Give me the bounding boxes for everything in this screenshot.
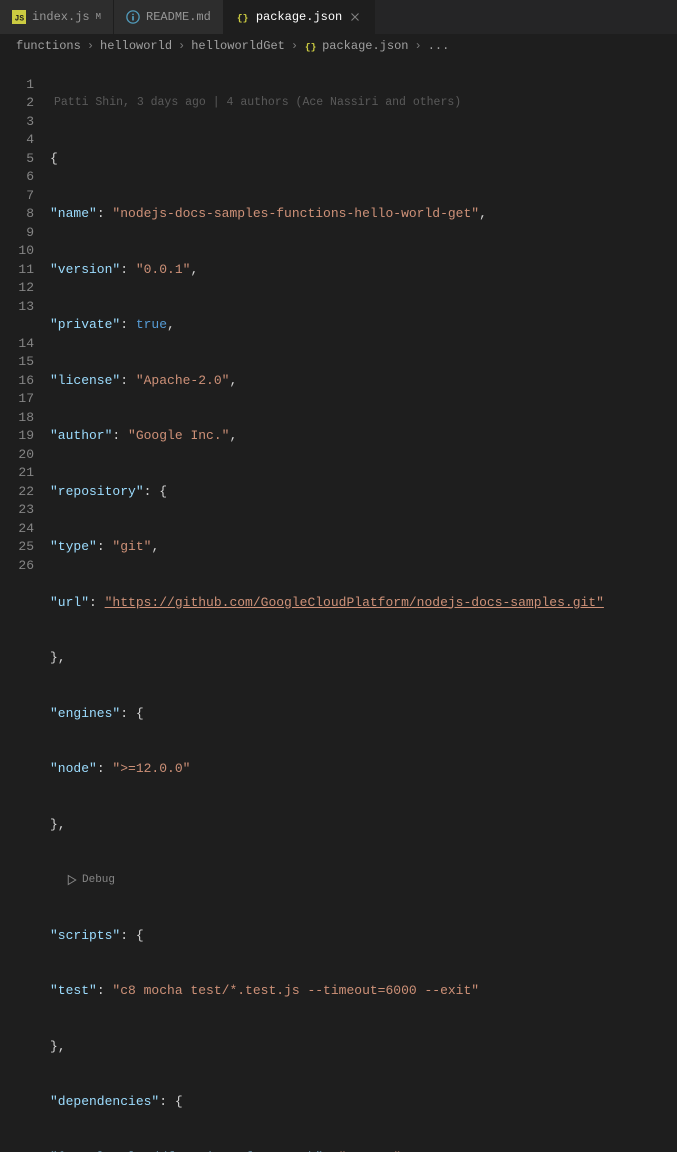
code-content[interactable]: Patti Shin, 3 days ago | 4 authors (Ace …: [50, 57, 677, 1152]
tab-bar: JS index.js M README.md {} package.json: [0, 0, 677, 35]
line-number: 16: [0, 372, 34, 391]
breadcrumb-item[interactable]: functions: [16, 39, 81, 53]
line-number: 3: [0, 113, 34, 132]
line-number: 17: [0, 390, 34, 409]
line-number: 22: [0, 483, 34, 502]
line-number: 21: [0, 464, 34, 483]
line-number: 19: [0, 427, 34, 446]
line-number: 24: [0, 520, 34, 539]
svg-text:{}: {}: [305, 42, 317, 53]
line-number: 2: [0, 94, 34, 113]
line-number: 5: [0, 150, 34, 169]
tab-readme[interactable]: README.md: [114, 0, 224, 34]
js-file-icon: JS: [12, 10, 26, 24]
chevron-right-icon: ›: [87, 39, 94, 53]
line-number-gutter: 1 2 3 4 5 6 7 8 9 10 11 12 13 14 15 16 1…: [0, 57, 50, 1152]
line-number: 12: [0, 279, 34, 298]
close-icon[interactable]: [348, 10, 362, 24]
breadcrumb-item[interactable]: helloworld: [100, 39, 172, 53]
json-file-icon: {}: [236, 10, 250, 24]
debug-codelens[interactable]: Debug: [50, 871, 677, 890]
chevron-right-icon: ›: [291, 39, 298, 53]
line-number: 20: [0, 446, 34, 465]
breadcrumb-item[interactable]: helloworldGet: [191, 39, 285, 53]
line-number: 11: [0, 261, 34, 280]
line-number: 15: [0, 353, 34, 372]
line-number: 10: [0, 242, 34, 261]
code-editor[interactable]: 1 2 3 4 5 6 7 8 9 10 11 12 13 14 15 16 1…: [0, 57, 677, 1152]
line-number: 6: [0, 168, 34, 187]
tab-label: index.js: [32, 10, 90, 24]
gitlens-annotation[interactable]: Patti Shin, 3 days ago | 4 authors (Ace …: [50, 94, 677, 113]
repo-url-link[interactable]: "https://github.com/GoogleCloudPlatform/…: [105, 594, 604, 613]
gitlens-spacer: [0, 57, 34, 76]
line-number: 26: [0, 557, 34, 576]
line-number: 9: [0, 224, 34, 243]
debug-label: Debug: [82, 871, 115, 890]
info-file-icon: [126, 10, 140, 24]
line-number: 8: [0, 205, 34, 224]
tab-index-js[interactable]: JS index.js M: [0, 0, 114, 34]
svg-text:{}: {}: [237, 13, 249, 24]
line-number: 14: [0, 335, 34, 354]
line-number: 23: [0, 501, 34, 520]
line-number: 25: [0, 538, 34, 557]
line-number: 7: [0, 187, 34, 206]
debug-play-icon: [66, 874, 78, 886]
line-number: 1: [0, 76, 34, 95]
modified-indicator: M: [96, 12, 101, 22]
line-number: 18: [0, 409, 34, 428]
svg-text:JS: JS: [15, 15, 25, 24]
breadcrumb-file[interactable]: package.json: [322, 39, 408, 53]
json-file-icon: {}: [304, 39, 318, 53]
line-number: 4: [0, 131, 34, 150]
debug-spacer: [0, 316, 34, 335]
tab-label: README.md: [146, 10, 211, 24]
tab-package-json[interactable]: {} package.json: [224, 0, 375, 34]
tab-label: package.json: [256, 10, 342, 24]
chevron-right-icon: ›: [178, 39, 185, 53]
breadcrumb-trailing: ...: [428, 39, 450, 53]
breadcrumb[interactable]: functions › helloworld › helloworldGet ›…: [0, 35, 677, 57]
line-number: 13: [0, 298, 34, 317]
chevron-right-icon: ›: [414, 39, 421, 53]
